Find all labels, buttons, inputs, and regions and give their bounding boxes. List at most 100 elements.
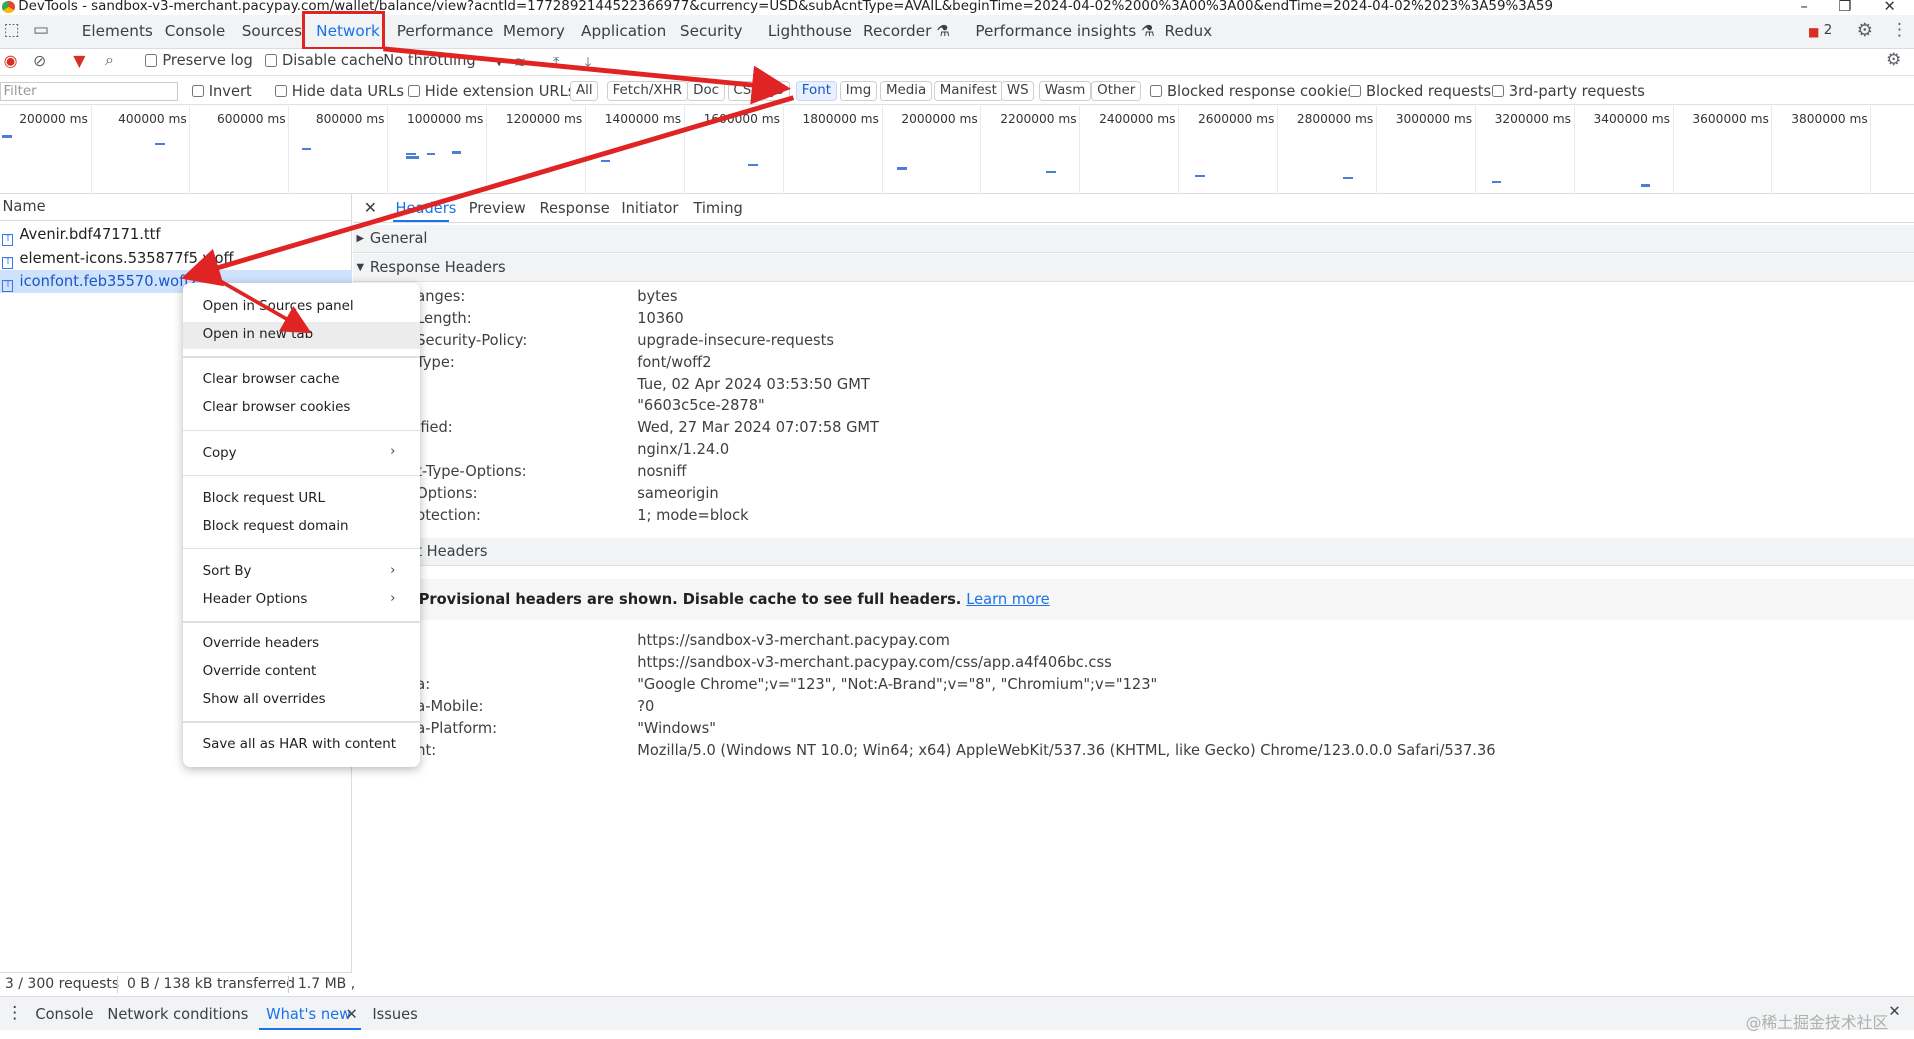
request-header-row: a-Platform: "Windows" <box>353 718 1914 740</box>
menu-clear-browser-cookies[interactable]: Clear browser cookies <box>203 400 351 415</box>
tab-timing[interactable]: Timing <box>693 200 742 217</box>
hide-data-urls-checkbox[interactable]: Hide data URLs <box>274 83 404 100</box>
overview-timeline[interactable]: 200000 ms 400000 ms 600000 ms 800000 ms 1000… <box>0 106 1914 195</box>
learn-more-link[interactable]: Learn more <box>966 591 1049 608</box>
tab-security[interactable]: Security <box>680 22 743 40</box>
menu-save-all-as-har[interactable]: Save all as HAR with content <box>203 737 396 752</box>
blocked-response-cookies-checkbox[interactable]: Blocked response cookies <box>1149 83 1355 100</box>
third-party-requests-checkbox[interactable]: 3rd-party requests <box>1491 83 1645 100</box>
type-filter-other[interactable]: Other <box>1091 80 1142 102</box>
tab-application[interactable]: Application <box>581 22 666 40</box>
general-section-header[interactable]: ▶ General <box>352 224 1914 253</box>
error-badge-icon[interactable]: ■ <box>1808 24 1820 41</box>
type-filter-doc[interactable]: Doc <box>687 80 725 102</box>
request-header-name: a-Platform: <box>416 719 498 737</box>
tab-initiator[interactable]: Initiator <box>621 200 678 217</box>
type-filter-ws[interactable]: WS <box>1000 80 1035 102</box>
request-row[interactable]: T Avenir.bdf47171.ttf <box>0 223 352 246</box>
type-filter-wasm[interactable]: Wasm <box>1038 80 1092 102</box>
menu-header-options[interactable]: Header Options <box>203 592 308 607</box>
restore-button[interactable]: ❐ <box>1838 0 1851 15</box>
menu-copy[interactable]: Copy <box>203 446 237 461</box>
tab-memory[interactable]: Memory <box>503 22 565 40</box>
invert-checkbox[interactable]: Invert <box>191 83 252 100</box>
type-filter-css[interactable]: CSS <box>727 80 766 102</box>
request-row[interactable]: Telement-icons.535877f5.woff <box>0 247 352 270</box>
tab-sources[interactable]: Sources <box>242 22 302 40</box>
drawer-tab-issues[interactable]: Issues <box>372 1006 417 1023</box>
filter-input[interactable]: Filter <box>0 81 179 102</box>
drawer-tab-network-conditions[interactable]: Network conditions <box>107 1006 248 1023</box>
timeline-tick-label: 3400000 ms <box>1593 112 1670 127</box>
window-title: DevTools - sandbox-v3-merchant.pacypay.c… <box>18 0 1553 14</box>
settings-gear-icon[interactable]: ⚙ <box>1857 21 1873 39</box>
tab-console[interactable]: Console <box>165 22 226 40</box>
menu-block-request-url[interactable]: Block request URL <box>203 491 325 506</box>
response-headers-section-header[interactable]: ▼ Response Headers <box>352 253 1914 282</box>
menu-override-content[interactable]: Override content <box>203 664 317 679</box>
filter-icon[interactable]: ▼ <box>73 52 85 69</box>
tab-lighthouse[interactable]: Lighthouse <box>768 22 852 40</box>
error-count[interactable]: 2 <box>1824 23 1833 38</box>
network-filter-bar: Filter Invert Hide data URLs Hide extens… <box>0 76 1914 105</box>
import-har-icon[interactable]: ⤒ <box>553 54 559 71</box>
type-filter-manifest[interactable]: Manifest <box>933 80 1003 102</box>
close-details-icon[interactable]: ✕ <box>364 198 377 217</box>
type-filter-img[interactable]: Img <box>839 80 878 102</box>
tab-response[interactable]: Response <box>540 200 610 217</box>
drawer-content <box>0 1030 1914 1039</box>
type-filter-js[interactable]: JS <box>765 80 790 102</box>
timeline-tick-label: 3000000 ms <box>1395 112 1473 127</box>
tab-performance[interactable]: Performance <box>397 22 494 40</box>
response-header-name: Length: <box>416 309 472 327</box>
inspect-element-icon[interactable]: ⬚ <box>4 21 20 39</box>
type-filter-font[interactable]: Font <box>795 80 837 102</box>
network-settings-icon[interactable]: ⚙ <box>1886 52 1901 69</box>
blocked-requests-checkbox[interactable]: Blocked requests <box>1348 83 1491 100</box>
close-whats-new-icon[interactable]: ✕ <box>345 1006 357 1023</box>
record-icon[interactable]: ◉ <box>4 52 18 69</box>
hide-extension-urls-checkbox[interactable]: Hide extension URLs <box>407 83 575 100</box>
close-window-button[interactable]: ✕ <box>1884 0 1896 15</box>
tab-redux[interactable]: Redux <box>1165 22 1213 40</box>
network-conditions-icon[interactable]: ≋ <box>514 54 526 71</box>
timeline-tick-label: 2800000 ms <box>1296 112 1374 127</box>
tab-preview[interactable]: Preview <box>469 200 526 217</box>
menu-open-in-new-tab[interactable]: Open in new tab <box>203 327 314 342</box>
clear-icon[interactable]: ⊘ <box>33 52 46 69</box>
timeline-tick-label: 1800000 ms <box>802 112 879 127</box>
request-count: 3 / 300 requests <box>4 975 120 992</box>
request-header-row: a: "Google Chrome";v="123", "Not:A-Brand"… <box>353 674 1914 696</box>
more-options-icon[interactable]: ⋮ <box>1891 21 1908 39</box>
type-filter-fetch-xhr[interactable]: Fetch/XHR <box>606 80 688 102</box>
type-filter-media[interactable]: Media <box>880 80 933 102</box>
export-har-icon[interactable]: ⤓ <box>585 54 591 71</box>
response-header-value: 10360 <box>637 309 684 327</box>
disable-cache-checkbox[interactable]: Disable cache <box>264 52 384 69</box>
menu-block-request-domain[interactable]: Block request domain <box>203 519 349 534</box>
menu-override-headers[interactable]: Override headers <box>203 636 319 651</box>
menu-clear-browser-cache[interactable]: Clear browser cache <box>203 372 340 387</box>
submenu-chevron-icon: › <box>390 444 396 460</box>
name-column-header[interactable]: Name <box>0 194 351 221</box>
tab-recorder[interactable]: Recorder ⚗ <box>863 22 950 40</box>
preserve-log-checkbox[interactable]: Preserve log <box>145 52 253 69</box>
drawer-menu-icon[interactable]: ⋮ <box>6 1003 23 1023</box>
request-header-value: https://sandbox-v3-merchant.pacypay.com/… <box>637 653 1112 671</box>
request-headers-section-header[interactable]: t Headers <box>352 538 1914 567</box>
menu-show-all-overrides[interactable]: Show all overrides <box>203 692 326 707</box>
search-icon[interactable]: ⌕ <box>105 51 114 68</box>
close-drawer-icon[interactable]: ✕ <box>1888 1003 1900 1020</box>
menu-open-in-sources[interactable]: Open in Sources panel <box>203 299 354 314</box>
tab-elements[interactable]: Elements <box>82 22 153 40</box>
tab-headers[interactable]: Headers <box>396 200 457 217</box>
tab-performance-insights[interactable]: Performance insights ⚗ <box>975 22 1154 40</box>
type-filter-all[interactable]: All <box>570 80 599 102</box>
menu-sort-by[interactable]: Sort By <box>203 564 252 579</box>
timeline-request-mark <box>301 147 312 151</box>
device-toolbar-icon[interactable]: ▭ <box>33 21 49 39</box>
drawer-tab-console[interactable]: Console <box>35 1006 93 1023</box>
throttling-select[interactable]: No throttling ▼ <box>383 52 503 69</box>
minimize-button[interactable]: – <box>1801 0 1808 15</box>
drawer-tab-whats-new[interactable]: What's new <box>266 1006 351 1023</box>
